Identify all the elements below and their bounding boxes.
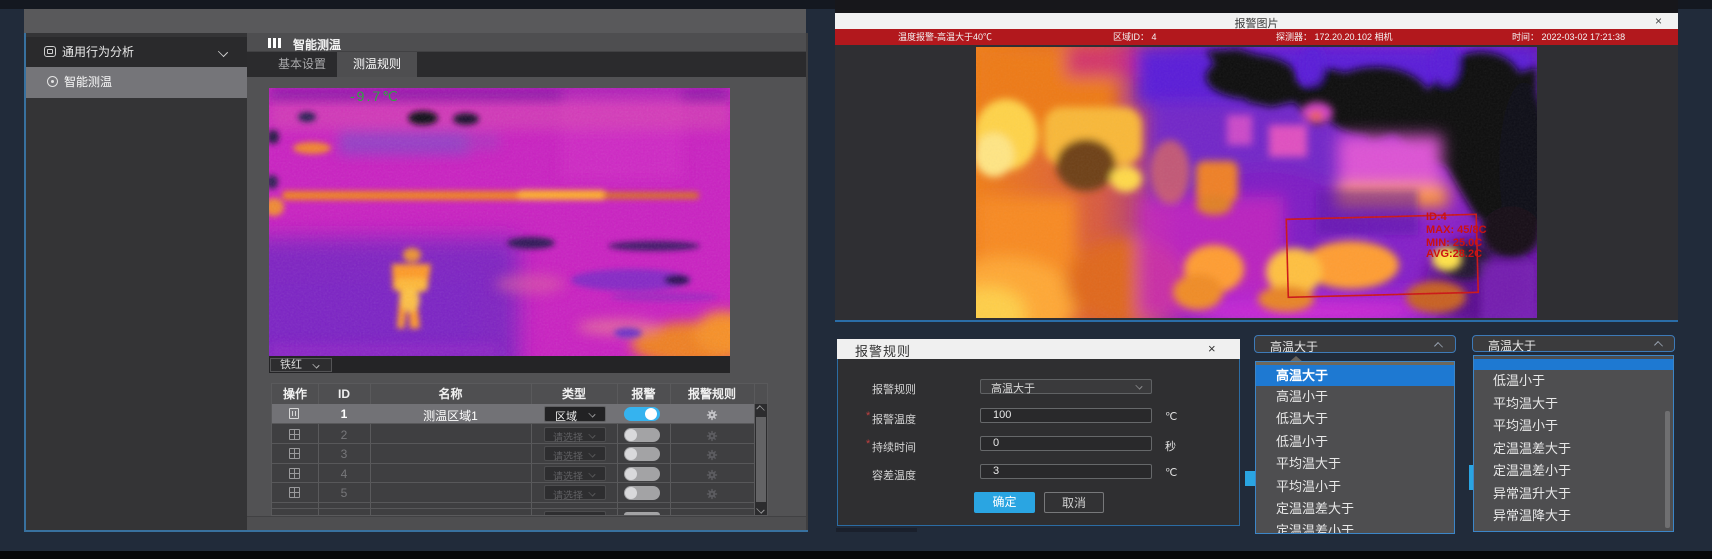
svg-text:AVG:28.2C: AVG:28.2C (1426, 248, 1482, 260)
svg-text:MAX: 45/8C: MAX: 45/8C (1426, 224, 1487, 236)
svg-text:ID:4: ID:4 (1426, 211, 1448, 223)
svg-text:-9.7℃: -9.7℃ (350, 88, 400, 104)
